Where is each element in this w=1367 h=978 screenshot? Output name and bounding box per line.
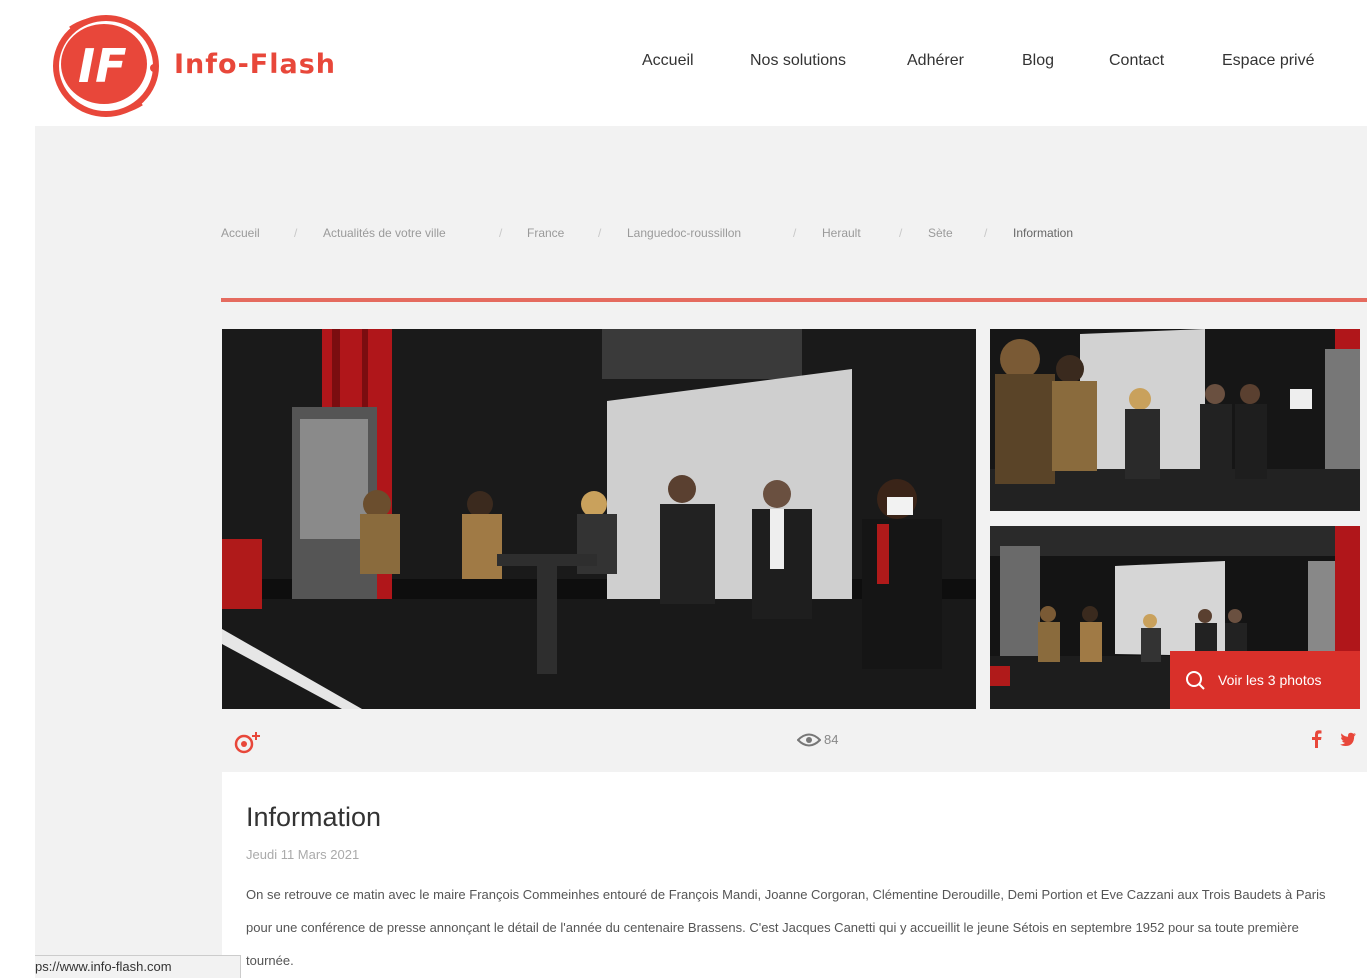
panel-photo-image (990, 329, 1360, 511)
browser-status-url: ps://www.info-flash.com (35, 955, 241, 978)
twitter-icon[interactable] (1339, 730, 1357, 748)
gallery-photo-main[interactable] (222, 329, 976, 709)
article-card: Information Jeudi 11 Mars 2021 On se ret… (222, 772, 1367, 978)
views-count: 84 (824, 732, 839, 747)
gallery-photo-2[interactable] (990, 329, 1360, 511)
breadcrumb-item-actualites[interactable]: Actualités de votre ville (323, 226, 446, 240)
add-follow-icon[interactable] (232, 730, 262, 754)
view-all-photos-label: Voir les 3 photos (1218, 672, 1322, 688)
nav-item-accueil[interactable]: Accueil (642, 52, 694, 70)
stage-photo-image (222, 329, 976, 709)
eye-icon (797, 733, 821, 746)
breadcrumb-separator: / (499, 226, 503, 240)
breadcrumb-separator: / (899, 226, 903, 240)
article-title: Information (246, 802, 382, 832)
search-icon (1186, 671, 1205, 690)
breadcrumb-separator: / (294, 226, 298, 240)
views-counter: 84 (797, 732, 838, 747)
nav-item-contact[interactable]: Contact (1109, 52, 1164, 70)
article-body: On se retrouve ce matin avec le maire Fr… (246, 887, 1326, 968)
article-date: Jeudi 11 Mars 2021 (246, 847, 360, 862)
site-header: IF Info-Flash Accueil Nos solutions Adhé… (0, 0, 1367, 126)
facebook-icon[interactable] (1309, 730, 1323, 748)
breadcrumb-separator: / (793, 226, 797, 240)
main-nav: Accueil Nos solutions Adhérer Blog Conta… (0, 52, 1367, 76)
breadcrumb-separator: / (598, 226, 602, 240)
breadcrumb-item-herault[interactable]: Herault (822, 226, 861, 240)
nav-item-blog[interactable]: Blog (1022, 52, 1054, 70)
breadcrumb-item-sete[interactable]: Sète (928, 226, 953, 240)
article-actions-bar: 84 (222, 710, 1367, 772)
gallery-photo-3[interactable]: Voir les 3 photos (990, 526, 1360, 709)
nav-item-espace-prive[interactable]: Espace privé (1222, 52, 1315, 70)
breadcrumb-separator: / (984, 226, 988, 240)
breadcrumb-item-region[interactable]: Languedoc-roussillon (627, 226, 741, 240)
breadcrumb-item-france[interactable]: France (527, 226, 564, 240)
breadcrumb-item-home[interactable]: Accueil (221, 226, 260, 240)
share-buttons (1309, 730, 1357, 748)
section-divider (221, 298, 1367, 302)
breadcrumb-item-current: Information (1013, 226, 1074, 240)
nav-item-adherer[interactable]: Adhérer (907, 52, 964, 70)
nav-item-nos-solutions[interactable]: Nos solutions (750, 52, 846, 70)
view-all-photos-button[interactable]: Voir les 3 photos (1170, 651, 1360, 709)
